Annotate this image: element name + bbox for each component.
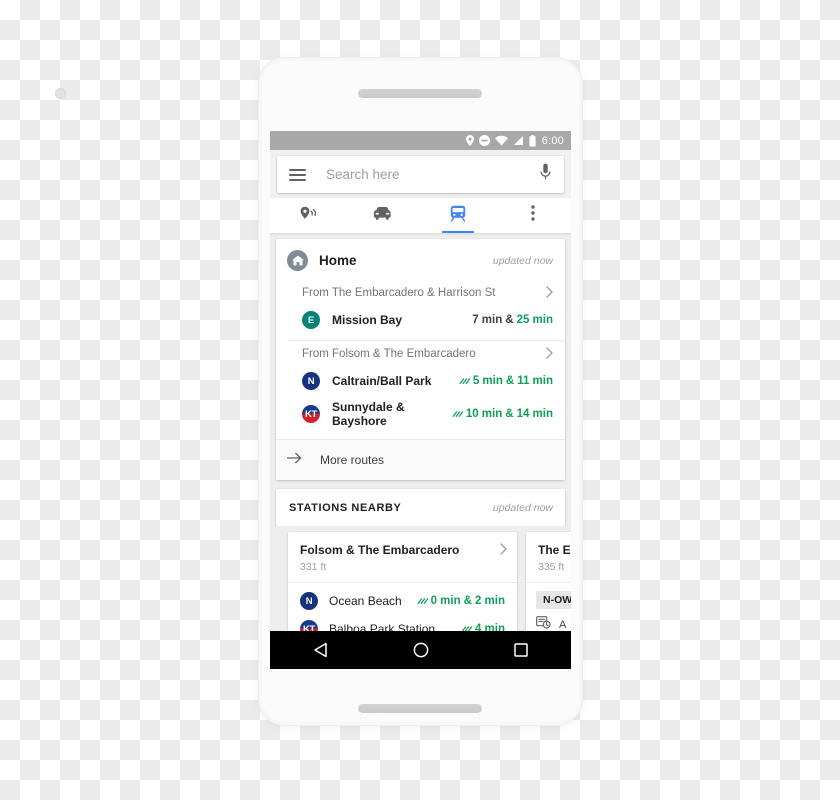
route-badge: KT xyxy=(302,405,320,423)
route-row[interactable]: E Mission Bay 7 min & 25 min xyxy=(276,306,565,334)
home-card-updated: updated now xyxy=(492,254,553,267)
tab-driving[interactable] xyxy=(345,198,420,233)
route-times: 5 min & 11 min xyxy=(459,375,553,388)
route-row[interactable]: KT Sunnydale & Bayshore 10 min & 14 min xyxy=(276,395,565,433)
station-card[interactable]: The Em 335 ft N-OW A xyxy=(526,532,571,633)
tab-transit[interactable] xyxy=(421,198,496,233)
route-time-second: 25 min xyxy=(516,314,553,326)
battery-icon xyxy=(529,134,536,147)
microphone-icon[interactable] xyxy=(539,163,552,186)
location-pin-icon xyxy=(465,135,474,146)
status-time: 6:00 xyxy=(541,134,564,147)
station-distance: 331 ft xyxy=(300,561,327,573)
more-routes-label: More routes xyxy=(320,453,385,467)
signal-icon xyxy=(513,135,524,146)
route-row[interactable]: N Caltrain/Ball Park 5 min & 11 min xyxy=(276,367,565,395)
origin-label: From Folsom & The Embarcadero xyxy=(302,348,476,360)
tab-more[interactable] xyxy=(496,198,571,233)
wifi-icon xyxy=(494,135,508,146)
route-destination: Ocean Beach xyxy=(329,594,402,608)
route-destination: Sunnydale & Bayshore xyxy=(332,400,405,428)
android-navigation-bar xyxy=(270,631,571,669)
front-camera-icon xyxy=(55,88,66,99)
route-time-separator: & xyxy=(505,375,515,387)
stations-nearby-card: STATIONS NEARBY updated now xyxy=(276,489,565,526)
train-icon xyxy=(450,205,466,227)
route-time-separator: & xyxy=(505,314,514,326)
live-transit-icon xyxy=(417,595,428,608)
home-card-title: Home xyxy=(319,253,357,268)
card-divider xyxy=(526,582,571,583)
search-input[interactable]: Search here xyxy=(326,167,539,182)
station-card-header: The Em 335 ft xyxy=(526,532,571,582)
schedule-label: A xyxy=(559,619,567,631)
home-card: Home updated now From The Embarcadero & … xyxy=(276,239,565,480)
stations-carousel[interactable]: Folsom & The Embarcadero 331 ft N Ocean … xyxy=(276,526,571,633)
bottom-speaker xyxy=(358,704,482,713)
route-times: 10 min & 14 min xyxy=(452,408,553,421)
station-name: The Em xyxy=(538,543,571,557)
active-tab-indicator xyxy=(442,230,475,233)
search-area: Search here xyxy=(270,150,571,198)
stations-nearby-header: STATIONS NEARBY updated now xyxy=(276,489,565,526)
origin-row[interactable]: From Folsom & The Embarcadero xyxy=(276,341,565,367)
arrow-right-icon xyxy=(286,451,302,469)
route-time-first: 7 min xyxy=(472,314,503,326)
do-not-disturb-icon xyxy=(478,135,490,146)
route-time-first: 5 min xyxy=(472,375,503,387)
route-destination: Mission Bay xyxy=(332,313,403,327)
route-times: 0 min & 2 min xyxy=(417,595,505,608)
station-card-header: Folsom & The Embarcadero 331 ft xyxy=(288,532,517,582)
origin-row[interactable]: From The Embarcadero & Harrison St xyxy=(276,280,565,306)
station-card[interactable]: Folsom & The Embarcadero 331 ft N Ocean … xyxy=(288,532,517,633)
home-card-header: Home updated now xyxy=(276,239,565,280)
origin-label: From The Embarcadero & Harrison St xyxy=(302,287,496,299)
route-time-second: 14 min xyxy=(516,408,553,420)
back-triangle-icon[interactable] xyxy=(313,642,328,658)
route-time-first: 10 min xyxy=(465,408,503,420)
route-badge: N xyxy=(300,592,318,610)
home-icon xyxy=(287,250,308,271)
more-routes-button[interactable]: More routes xyxy=(276,440,565,480)
route-destination: Caltrain/Ball Park xyxy=(332,374,432,388)
hamburger-menu-icon[interactable] xyxy=(289,168,306,181)
station-name: Folsom & The Embarcadero xyxy=(300,543,460,557)
stations-nearby-updated: updated now xyxy=(492,502,553,514)
route-times: 7 min & 25 min xyxy=(472,314,553,326)
route-time-separator: & xyxy=(505,408,514,420)
route-badge: E xyxy=(302,311,320,329)
places-pin-icon xyxy=(299,206,317,226)
recents-square-icon[interactable] xyxy=(514,643,529,657)
transit-mode-tab-bar xyxy=(270,198,571,233)
overflow-menu-icon xyxy=(531,205,536,226)
search-bar[interactable]: Search here xyxy=(277,156,564,193)
route-badge: N xyxy=(302,372,320,390)
chevron-right-icon xyxy=(546,347,553,361)
schedule-row[interactable]: A xyxy=(526,609,571,633)
chevron-right-icon xyxy=(546,286,553,300)
earpiece-speaker xyxy=(358,89,482,98)
car-icon xyxy=(373,206,392,225)
transit-content: Home updated now From The Embarcadero & … xyxy=(270,233,571,633)
route-time-second: 11 min xyxy=(517,375,553,387)
route-chip: N-OW xyxy=(536,591,571,609)
live-transit-icon xyxy=(459,375,471,388)
route-time-second: 2 min xyxy=(474,595,505,607)
stations-nearby-title: STATIONS NEARBY xyxy=(289,502,402,514)
route-time-first: 0 min xyxy=(430,595,461,607)
chevron-right-icon[interactable] xyxy=(500,543,507,557)
phone-screen: 6:00 Search here Home updated now From T… xyxy=(270,131,571,669)
home-circle-icon[interactable] xyxy=(413,642,429,658)
station-distance: 335 ft xyxy=(538,561,565,573)
tab-explore[interactable] xyxy=(270,198,345,233)
live-transit-icon xyxy=(452,408,464,421)
route-time-separator: & xyxy=(463,595,472,607)
status-bar: 6:00 xyxy=(270,131,571,150)
station-route-row[interactable]: N Ocean Beach 0 min & 2 min xyxy=(288,583,517,615)
